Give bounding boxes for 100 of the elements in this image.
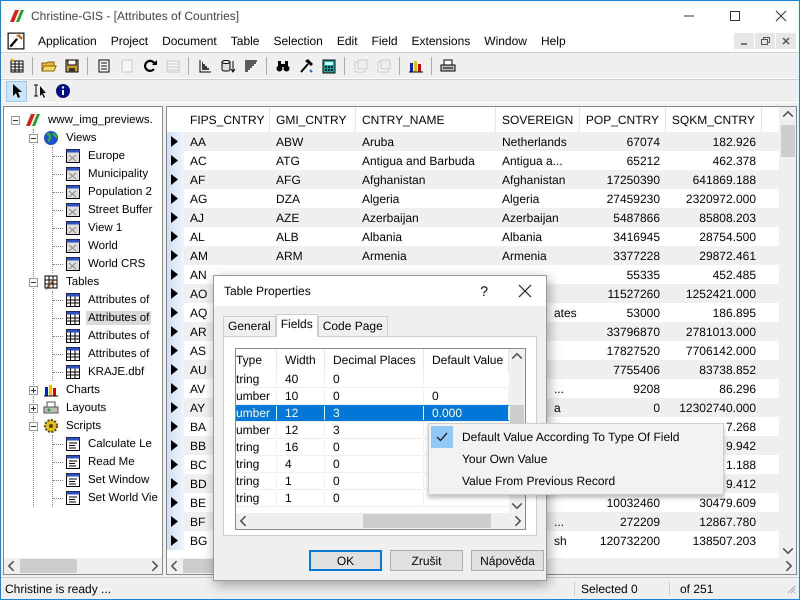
table-cell: Azerbaijan (362, 210, 419, 224)
table-cell: a (554, 400, 561, 414)
table-cell: Albania (502, 230, 542, 244)
table-cell: 2781013.000 (686, 324, 756, 338)
grid-cell: umber (236, 406, 277, 420)
table-cell: 85808.203 (699, 210, 756, 224)
table-cell: 186.895 (712, 306, 756, 320)
grid-cell: tring (236, 440, 277, 454)
table-cell: AS (190, 344, 206, 358)
table-cell: 12867.780 (699, 514, 756, 528)
grid-cell: umber (236, 423, 277, 437)
table-cell: 53000 (626, 306, 660, 320)
table-cell: BD (190, 476, 207, 490)
table-cell: 28754.500 (699, 230, 756, 244)
grid-cell: tring (236, 474, 277, 488)
table-cell: Afghanistan (502, 172, 566, 186)
dialog-title: Table Properties (224, 284, 312, 298)
grid-cell: 3 (325, 423, 424, 437)
table-cell: AG (190, 192, 208, 206)
table-cell: AFG (276, 172, 301, 186)
table-cell: 55335 (626, 268, 660, 282)
table-cell: ... (554, 514, 564, 528)
table-cell: AQ (190, 306, 208, 320)
grid-cell: 0 (325, 372, 424, 386)
grid-cell: 0 (325, 440, 424, 454)
table-cell: 33796870 (606, 324, 660, 338)
table-cell: 120732200 (600, 534, 660, 548)
table-cell: AJ (190, 210, 204, 224)
grid-cell: 16 (277, 440, 325, 454)
table-cell: AZE (276, 210, 300, 224)
table-cell: 3416945 (613, 230, 660, 244)
status-message: Christine is ready ... (4, 582, 112, 596)
grid-cell: 0 (325, 457, 424, 471)
table-cell: Aruba (362, 134, 394, 148)
table-cell: 27459230 (606, 192, 660, 206)
grid-cell: 0 (325, 389, 424, 403)
table-cell: 83738.852 (699, 362, 756, 376)
table-cell: ates (554, 306, 577, 320)
table-cell: 65212 (626, 154, 660, 168)
table-cell: ATG (276, 154, 300, 168)
grid-cell: umber (236, 389, 277, 403)
table-cell: Afghanistan (362, 172, 426, 186)
table-cell: 7.268 (726, 420, 756, 434)
table-cell: Azerbaijan (502, 210, 559, 224)
table-cell: Albania (362, 230, 402, 244)
selected-count: Selected 0 (574, 582, 669, 596)
table-cell: 86.296 (719, 382, 756, 396)
table-cell: 30479.609 (699, 496, 756, 510)
grid-cell: 12 (277, 406, 325, 420)
table-cell: 17827520 (606, 344, 660, 358)
grid-cell: 40 (277, 372, 325, 386)
table-cell: 452.485 (712, 268, 756, 282)
table-cell: BF (190, 514, 206, 528)
table-cell: AA (190, 134, 206, 148)
table-cell: AL (190, 230, 205, 244)
table-cell: AY (190, 400, 206, 414)
table-cell: Armenia (362, 248, 407, 262)
table-cell: AN (190, 268, 207, 282)
table-cell: Antigua and Barbuda (362, 154, 475, 168)
grid-cell: tring (236, 372, 277, 386)
table-cell: Algeria (362, 192, 400, 206)
table-cell: 11527260 (608, 286, 660, 300)
table-cell: AC (190, 154, 207, 168)
table-cell: BA (190, 420, 206, 434)
table-cell: 5487866 (613, 210, 660, 224)
grid-cell: 4 (277, 457, 325, 471)
table-cell: 182.926 (712, 134, 756, 148)
table-cell: 9208 (633, 382, 660, 396)
table-cell: ARM (276, 248, 303, 262)
table-cell: ABW (276, 134, 304, 148)
table-cell: AF (190, 172, 206, 186)
table-cell: Netherlands (502, 134, 567, 148)
table-cell: 1.188 (726, 458, 756, 472)
table-cell: AU (190, 362, 207, 376)
grid-cell: 1 (277, 491, 325, 505)
grid-cell: 0 (325, 491, 424, 505)
window-title: Christine-GIS - [Attributes of Countries] (31, 8, 240, 22)
grid-cell: 10 (277, 389, 325, 403)
table-cell: 3377228 (613, 248, 660, 262)
table-cell: ... (554, 382, 564, 396)
table-cell: 12302740.000 (679, 400, 756, 414)
table-cell: 7755406 (613, 362, 660, 376)
grid-cell: tring (236, 491, 277, 505)
table-cell: Antigua a... (502, 154, 563, 168)
table-cell: BE (190, 496, 206, 510)
table-cell: 641869.188 (692, 172, 756, 186)
table-cell: sh (554, 534, 567, 548)
table-cell: 7706142.000 (686, 344, 756, 358)
table-cell: 462.378 (712, 154, 756, 168)
table-cell: 29872.461 (699, 248, 756, 262)
table-cell: AV (190, 382, 206, 396)
grid-cell: tring (236, 457, 277, 471)
grid-cell: 1 (277, 474, 325, 488)
table-cell: BC (190, 458, 207, 472)
table-cell: Algeria (502, 192, 540, 206)
grid-cell: 3 (325, 406, 424, 420)
table-cell: 138507.203 (692, 534, 756, 548)
table-cell: ALB (276, 230, 299, 244)
table-cell: 0 (653, 400, 660, 414)
table-cell: 9.942 (726, 438, 756, 452)
